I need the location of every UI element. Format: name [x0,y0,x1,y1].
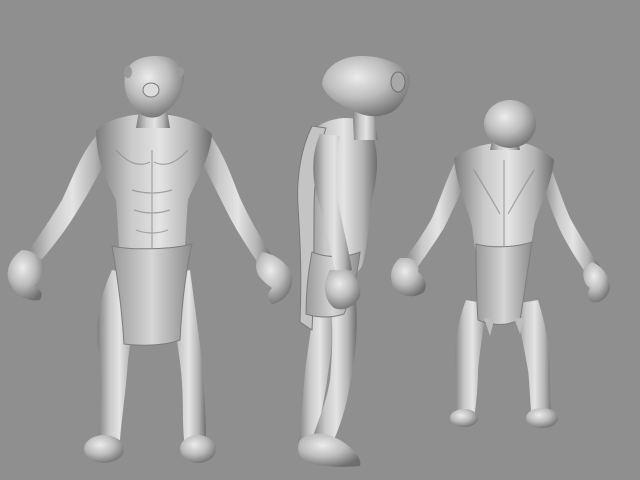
front-right-foot [180,435,216,463]
back-view-figure [391,100,610,428]
front-left-ear-bump [124,66,132,78]
front-right-hand [256,252,293,304]
front-left-eye-bump [142,82,160,98]
back-left-foot [450,409,478,427]
render-viewport [0,0,640,480]
side-front-foot [298,433,361,467]
front-view-figure [7,56,293,463]
back-right-hand [583,262,610,303]
back-right-foot [526,408,558,428]
back-cloth-tassel-left [484,318,494,336]
front-right-eye-bump [176,67,184,77]
side-eye-bump [390,71,406,93]
front-loincloth [111,243,193,346]
front-left-hand [7,250,45,301]
back-head [484,100,536,148]
back-left-hand [391,258,426,297]
side-view-figure [297,56,410,467]
front-torso [96,114,212,256]
front-left-foot [84,435,124,463]
character-turnaround [7,56,610,467]
